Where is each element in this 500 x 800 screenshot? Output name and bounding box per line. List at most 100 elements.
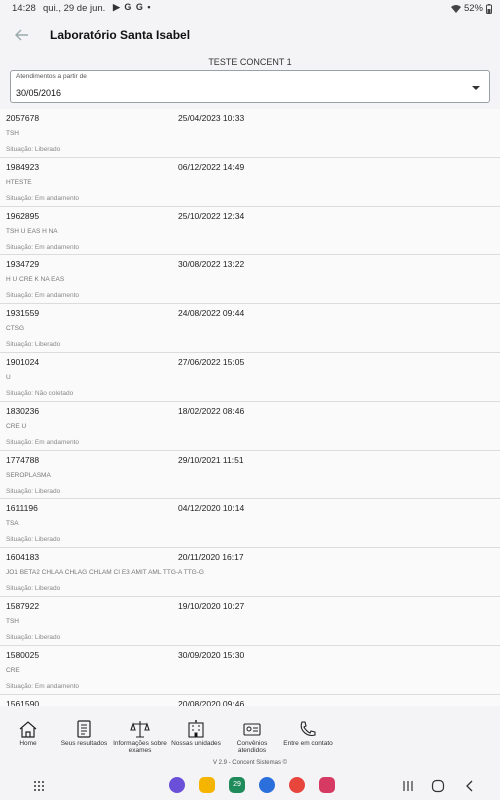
attendance-code: 1604183 bbox=[6, 552, 40, 563]
version-text: V 2.9 - Concent Sistemas © bbox=[212, 760, 288, 766]
status-value: Em andamento bbox=[34, 194, 80, 202]
home-icon bbox=[19, 721, 37, 738]
status-label: Situação: bbox=[6, 146, 34, 153]
attendance-exams: TSH bbox=[6, 617, 19, 625]
attendance-status: Situação: Em andamento bbox=[6, 439, 79, 446]
battery-percent: 52% bbox=[463, 3, 483, 14]
nav-results[interactable]: Seus resultados bbox=[56, 718, 112, 760]
nav-exam-info-label: Informações sobre exames bbox=[113, 740, 167, 754]
attendance-code: 2057678 bbox=[6, 113, 40, 123]
patient-name: TESTE CONCENT 1 bbox=[208, 57, 292, 67]
status-value: Liberado bbox=[34, 146, 61, 153]
nav-units[interactable]: Nossas unidades bbox=[168, 718, 224, 760]
status-date: qui., 29 de jun. bbox=[43, 3, 106, 14]
attendance-code: 1580025 bbox=[6, 649, 40, 660]
attendance-datetime: 19/10/2020 10:27 bbox=[178, 600, 245, 611]
status-value: Em andamento bbox=[34, 682, 80, 690]
attendance-exams: TSH U EAS H NA bbox=[6, 227, 58, 235]
attendance-status: Situação: Liberado bbox=[6, 341, 60, 348]
attendance-code: 1962895 bbox=[6, 210, 40, 221]
attendance-exams: CRE bbox=[6, 666, 20, 674]
nav-exam-info[interactable]: Informações sobre exames bbox=[112, 718, 168, 760]
status-label: Situação: bbox=[6, 389, 34, 397]
attendance-row[interactable]: 1901024 27/06/2022 15:05 U Situação: Não co… bbox=[0, 352, 500, 402]
status-value: Liberado bbox=[34, 487, 61, 495]
attendance-datetime: 04/12/2020 10:14 bbox=[178, 503, 245, 514]
attendance-row[interactable]: 1984923 06/12/2022 14:49 HTESTE Situação: E… bbox=[0, 157, 500, 207]
back-button-icon[interactable] bbox=[464, 780, 476, 792]
nav-agreements-label: Convênios atendidos bbox=[236, 740, 268, 754]
attendance-exams: SEROPLASMA bbox=[6, 471, 51, 479]
nav-agreements[interactable]: Convênios atendidos bbox=[224, 718, 280, 760]
status-value: Liberado bbox=[34, 341, 61, 349]
status-value: Liberado bbox=[34, 536, 61, 544]
attendance-exams: TSH bbox=[6, 130, 19, 137]
attendance-exams: JO1 BETA2 CHLAA CHLAG CHLAM CI E3 AMIT A… bbox=[6, 569, 204, 577]
status-label: Situação: bbox=[6, 341, 34, 349]
exam-info-icon bbox=[130, 721, 150, 738]
camera-icon[interactable] bbox=[319, 777, 335, 793]
status-label: Situação: bbox=[6, 438, 34, 446]
nav-contact[interactable]: Entre em contato bbox=[280, 718, 336, 760]
attendance-row[interactable]: 1611196 04/12/2020 10:14 TSA Situação: Libe… bbox=[0, 499, 500, 549]
status-label: Situação: bbox=[6, 585, 34, 593]
internet-icon[interactable] bbox=[169, 777, 185, 793]
status-label: Situação: bbox=[6, 487, 34, 495]
app-drawer-icon[interactable] bbox=[33, 780, 45, 792]
nav-contact-label: Entre em contato bbox=[283, 740, 333, 747]
attendance-row[interactable]: 1934729 30/08/2022 13:22 H U CRE K NA EAS S… bbox=[0, 255, 500, 305]
attendance-code: 1611196 bbox=[6, 503, 38, 514]
attendance-row[interactable]: 1604183 20/11/2020 16:17 JO1 BETA2 CHLAA C… bbox=[0, 548, 500, 597]
attendance-datetime: 25/04/2023 10:33 bbox=[178, 113, 245, 123]
attendance-row[interactable]: 2057678 25/04/2023 10:33 TSH Situação: Libe… bbox=[0, 109, 500, 158]
status-right: 52% bbox=[450, 3, 492, 14]
nav-results-label: Seus resultados bbox=[60, 740, 108, 747]
attendance-row[interactable]: 1561590 20/08/2020 09:46 bbox=[0, 694, 500, 706]
attendance-code: 1830236 bbox=[6, 405, 40, 416]
calendar-icon[interactable]: 29 bbox=[229, 777, 245, 793]
status-label: Situação: bbox=[6, 194, 34, 202]
attendance-row[interactable]: 1830236 18/02/2022 08:46 CRE U Situação: Em… bbox=[0, 401, 500, 451]
attendance-row[interactable]: 1931559 24/08/2022 09:44 CTSG Situação: Lib… bbox=[0, 304, 500, 353]
folder-icon[interactable] bbox=[199, 777, 215, 793]
attendance-row[interactable]: 1774788 29/10/2021 11:51 SEROPLASMA Situaçã… bbox=[0, 450, 500, 500]
assistant-icon[interactable] bbox=[289, 777, 305, 793]
nav-home-label: Home bbox=[19, 740, 37, 747]
attendance-code: 1931559 bbox=[6, 308, 40, 319]
home-button-icon[interactable] bbox=[431, 779, 445, 793]
date-filter-value: 30/05/2016 bbox=[16, 88, 62, 98]
attendance-list[interactable]: 2057678 25/04/2023 10:33 TSH Situação: Libe… bbox=[0, 109, 500, 706]
attendance-row[interactable]: 1580025 30/09/2020 15:30 CRE Situação: Em a… bbox=[0, 645, 500, 695]
building-icon bbox=[188, 720, 204, 738]
attendance-status: Situação: Liberado bbox=[6, 585, 60, 592]
attendance-status: Situação: Em andamento bbox=[6, 195, 79, 202]
recents-icon[interactable] bbox=[402, 780, 414, 792]
back-arrow-icon[interactable] bbox=[12, 25, 32, 45]
attendance-code: 1934729 bbox=[6, 259, 40, 270]
attendance-exams: TSA bbox=[6, 520, 19, 528]
attendance-status: Situação: Liberado bbox=[6, 146, 60, 153]
attendance-code: 1774788 bbox=[6, 454, 40, 465]
attendance-datetime: 06/12/2022 14:49 bbox=[178, 161, 245, 172]
attendance-datetime: 30/09/2020 15:30 bbox=[178, 649, 245, 660]
dropdown-arrow-icon[interactable] bbox=[472, 84, 480, 92]
messages-icon[interactable] bbox=[259, 777, 275, 793]
status-label: Situação: bbox=[6, 633, 34, 641]
attendance-row[interactable]: 1962895 25/10/2022 12:34 TSH U EAS H NA Sit… bbox=[0, 206, 500, 256]
wifi-icon bbox=[450, 4, 461, 13]
bottom-nav: Home Seus resultados Informações sobre e… bbox=[0, 718, 500, 760]
phone-icon bbox=[300, 721, 316, 737]
nav-home[interactable]: Home bbox=[0, 718, 56, 760]
attendance-row[interactable]: 1587922 19/10/2020 10:27 TSH Situação: Libe… bbox=[0, 596, 500, 646]
status-label: Situação: bbox=[6, 243, 34, 251]
attendance-exams: CRE U bbox=[6, 422, 27, 430]
attendance-datetime: 24/08/2022 09:44 bbox=[178, 308, 245, 319]
status-label: Situação: bbox=[6, 682, 34, 690]
attendance-datetime: 30/08/2022 13:22 bbox=[178, 259, 245, 270]
attendance-datetime: 20/08/2020 09:46 bbox=[178, 698, 245, 706]
attendance-status: Situação: Liberado bbox=[6, 536, 60, 543]
attendance-status: Situação: Liberado bbox=[6, 488, 60, 495]
date-filter-select[interactable]: Atendimentos a partir de 30/05/2016 bbox=[10, 70, 490, 103]
attendance-code: 1901024 bbox=[6, 356, 40, 367]
nav-units-label: Nossas unidades bbox=[171, 740, 221, 747]
